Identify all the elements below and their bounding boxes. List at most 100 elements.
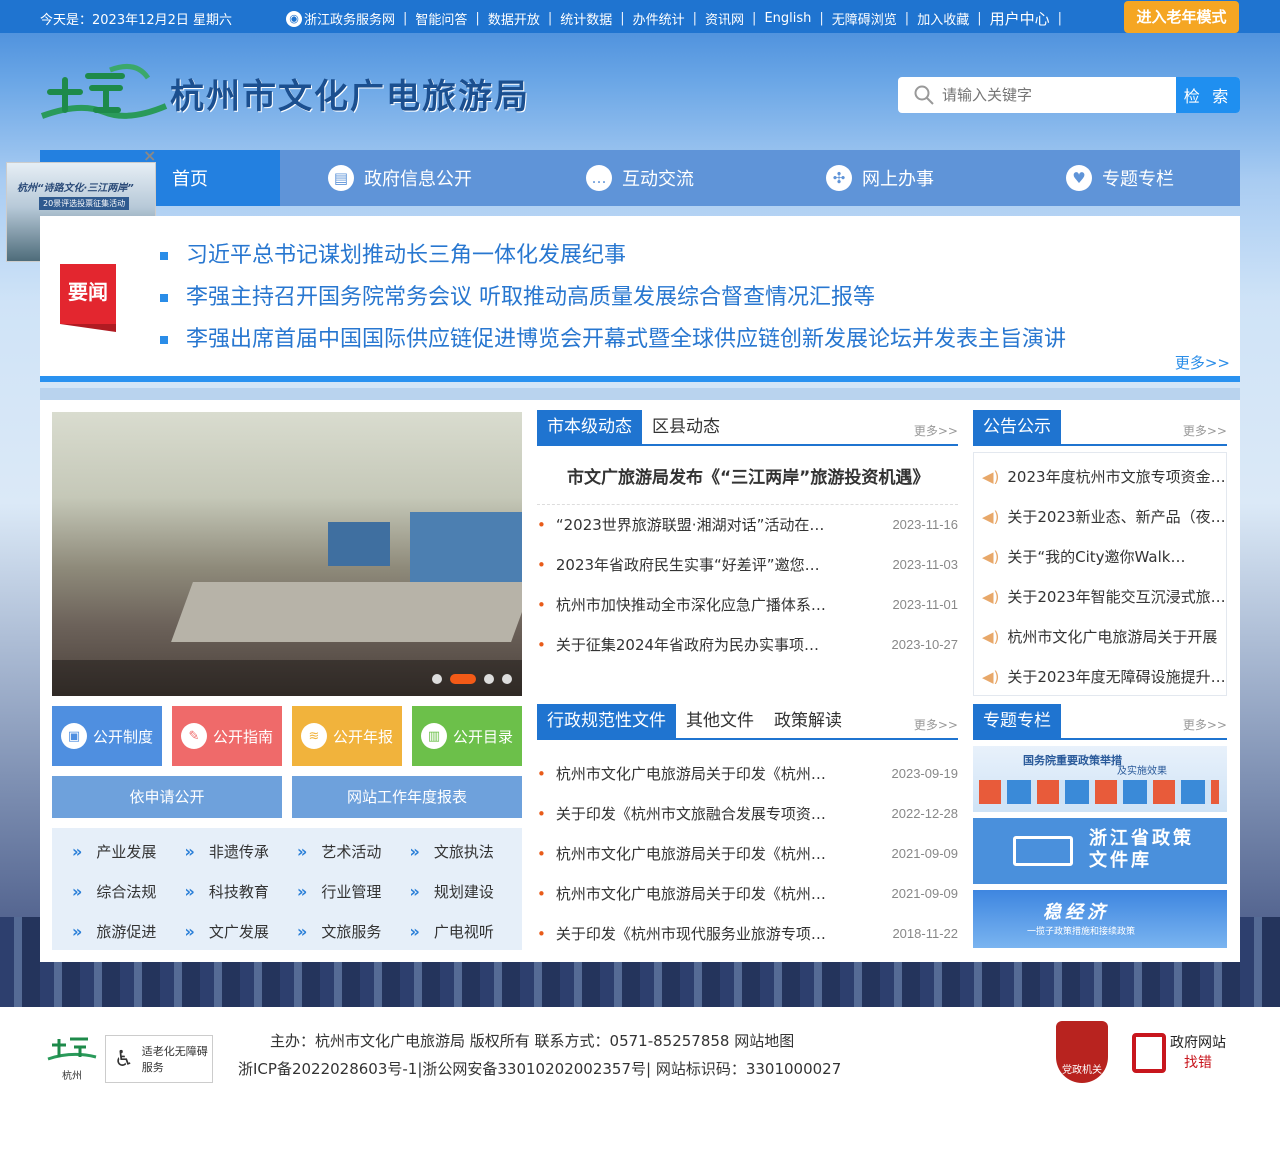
list-item[interactable]: ◀) 关于2023年智能交互沉浸式旅…	[974, 577, 1226, 617]
find-error-link[interactable]: 政府网站 找错	[1132, 1033, 1226, 1073]
list-item[interactable]: 关于印发《杭州市文旅融合发展专项资…2022-12-28	[537, 794, 958, 834]
notices-more-link[interactable]: 更多>>	[1183, 422, 1227, 439]
category-link[interactable]: » 非遗传承	[185, 832, 298, 872]
search-button[interactable]: 检 索	[1176, 77, 1240, 113]
quick-buttons: ▣ 公开制度 ✎ 公开指南 ≋ 公开年报 ▥ 公开目录	[52, 706, 522, 766]
notices-tabs: 公告公示 更多>>	[973, 410, 1227, 446]
category-link[interactable]: » 科技教育	[185, 872, 298, 912]
accessibility-service-button[interactable]: ♿ 适老化无障碍服务	[105, 1035, 213, 1083]
notices-panel: 公告公示 更多>> ◀) 2023年度杭州市文旅专项资金… ◀) 关于2023新业态…	[973, 410, 1227, 697]
category-link[interactable]: » 广电视听	[410, 912, 523, 952]
top-link-favorite[interactable]: 加入收藏	[917, 9, 969, 28]
tab-district-dynamics[interactable]: 区县动态	[642, 410, 730, 444]
list-item[interactable]: ◀) 关于2023年度无障碍设施提升…	[974, 657, 1226, 697]
carousel-dot[interactable]	[502, 674, 512, 684]
category-link[interactable]: » 文旅服务	[297, 912, 410, 952]
top-link-english[interactable]: English	[764, 11, 811, 26]
banner-stabilize-economy[interactable]: 稳经济 一揽子政策措施和接续政策	[973, 890, 1227, 948]
nav-gov-info[interactable]: ▤ 政府信息公开	[280, 150, 520, 206]
dynamics-more-link[interactable]: 更多>>	[914, 422, 958, 439]
list-item[interactable]: 杭州市文化广电旅游局关于印发《杭州…2021-09-09	[537, 874, 958, 914]
list-item[interactable]: ◀) 关于“我的City邀你Walk…	[974, 537, 1226, 577]
banner1-graphics	[979, 780, 1219, 804]
site-logo[interactable]: 杭州市文化广电旅游局	[40, 62, 530, 124]
carousel-dot[interactable]	[484, 674, 494, 684]
banner-state-council-policies[interactable]: 国务院重要政策举措 及实施效果	[973, 746, 1227, 812]
carousel-dot[interactable]	[432, 674, 442, 684]
category-link[interactable]: » 文广发展	[185, 912, 298, 952]
news-list: 习近平总书记谋划推动长三角一体化发展纪事 李强主持召开国务院常务会议 听取推动高…	[160, 240, 1066, 366]
top-link-case-stats[interactable]: 办件统计	[633, 9, 685, 28]
tab-policy-interpretation[interactable]: 政策解读	[764, 704, 852, 738]
meeting-screen-right	[410, 512, 522, 582]
top-links: ◉ 浙江政务服务网 | 智能问答 | 数据开放 | 统计数据 | 办件统计 | 资讯网 | …	[286, 8, 1070, 29]
list-item[interactable]: ◀) 关于2023新业态、新产品（夜…	[974, 497, 1226, 537]
list-item[interactable]: 关于印发《杭州市现代服务业旅游专项…2018-11-22	[537, 914, 958, 954]
news-item[interactable]: 李强出席首届中国国际供应链促进博览会开幕式暨全球供应链创新发展论坛并发表主旨演讲	[160, 324, 1066, 366]
list-item[interactable]: 2023年省政府民生实事“好差评”邀您来…2023-11-03	[537, 545, 958, 585]
quick-btn-label: 公开目录	[452, 727, 513, 746]
nav-interaction[interactable]: … 互动交流	[520, 150, 760, 206]
banner-policy-library[interactable]: 浙江省政策文件库	[973, 818, 1227, 884]
list-item[interactable]: ◀) 2023年度杭州市文旅专项资金…	[974, 457, 1226, 497]
quick-btn-annual[interactable]: ≋ 公开年报	[292, 706, 402, 766]
documents-more-link[interactable]: 更多>>	[914, 716, 958, 733]
top-link-zjzwfw[interactable]: 浙江政务服务网	[304, 9, 395, 28]
category-link[interactable]: » 旅游促进	[72, 912, 185, 952]
footer-info: 主办：杭州市文化广电旅游局 版权所有 联系方式：0571-85257858 网站…	[238, 1027, 841, 1083]
footer: 杭州 ♿ 适老化无障碍服务 主办：杭州市文化广电旅游局 版权所有 联系方式：05…	[0, 1007, 1280, 1167]
tab-notices[interactable]: 公告公示	[973, 410, 1061, 444]
speaker-icon: ◀)	[982, 668, 1000, 686]
category-link[interactable]: » 规划建设	[410, 872, 523, 912]
category-link[interactable]: » 行业管理	[297, 872, 410, 912]
category-link[interactable]: » 综合法规	[72, 872, 185, 912]
party-gov-badge[interactable]: 党政机关	[1056, 1021, 1108, 1083]
list-item[interactable]: ◀) 杭州市文化广电旅游局关于开展	[974, 617, 1226, 657]
quick-btn-system[interactable]: ▣ 公开制度	[52, 706, 162, 766]
document-icon: ▣	[60, 723, 87, 749]
search-input[interactable]	[942, 77, 1172, 113]
dynamics-headline[interactable]: 市文广旅游局发布《“三江两岸”旅游投资机遇》	[537, 446, 958, 490]
apply-disclosure-button[interactable]: 依申请公开	[52, 776, 282, 818]
main-nav: 首页 ▤ 政府信息公开 … 互动交流 ✣ 网上办事 ♥ 专题专栏	[40, 150, 1240, 206]
top-link-news[interactable]: 资讯网	[705, 9, 744, 28]
list-item[interactable]: 杭州市加快推动全市深化应急广播体系…2023-11-01	[537, 585, 958, 625]
carousel-dot-active[interactable]	[450, 674, 476, 684]
double-chevron-icon: »	[409, 882, 420, 901]
top-link-qa[interactable]: 智能问答	[415, 9, 467, 28]
tab-normative-docs[interactable]: 行政规范性文件	[537, 704, 676, 738]
special-more-link[interactable]: 更多>>	[1183, 716, 1227, 733]
list-item[interactable]: 杭州市文化广电旅游局关于印发《杭州…2023-09-19	[537, 754, 958, 794]
tab-other-docs[interactable]: 其他文件	[676, 704, 764, 738]
news-item[interactable]: 习近平总书记谋划推动长三角一体化发展纪事	[160, 240, 1066, 282]
category-link[interactable]: » 产业发展	[72, 832, 185, 872]
annual-report-button[interactable]: 网站工作年度报表	[292, 776, 522, 818]
tab-special-topics[interactable]: 专题专栏	[973, 704, 1061, 738]
list-item[interactable]: 杭州市文化广电旅游局关于印发《杭州…2021-09-09	[537, 834, 958, 874]
book-icon: ▤	[328, 165, 354, 191]
edit-icon: ✎	[180, 723, 207, 749]
open-book-icon	[1013, 836, 1073, 866]
stack-icon: ≋	[300, 723, 327, 749]
list-item[interactable]: 关于征集2024年省政府为民办实事项目 …2023-10-27	[537, 625, 958, 665]
tab-city-dynamics[interactable]: 市本级动态	[537, 410, 642, 444]
documents-panel: 行政规范性文件 其他文件 政策解读 更多>> 杭州市文化广电旅游局关于印发《杭州…	[537, 704, 958, 954]
category-link[interactable]: » 文旅执法	[410, 832, 523, 872]
photo-carousel[interactable]	[52, 412, 522, 696]
quick-btn-catalog[interactable]: ▥ 公开目录	[412, 706, 522, 766]
nav-online-services[interactable]: ✣ 网上办事	[760, 150, 1000, 206]
list-item[interactable]: “2023世界旅游联盟·湘湖对话”活动在杭…2023-11-16	[537, 505, 958, 545]
close-icon[interactable]: ×	[143, 146, 156, 165]
news-more-link[interactable]: 更多>>	[1175, 352, 1230, 373]
news-item[interactable]: 李强主持召开国务院常务会议 听取推动高质量发展综合督查情况汇报等	[160, 282, 1066, 324]
top-link-statistics[interactable]: 统计数据	[560, 9, 612, 28]
category-link[interactable]: » 艺术活动	[297, 832, 410, 872]
quick-btn-guide[interactable]: ✎ 公开指南	[172, 706, 282, 766]
grid-icon: ✣	[826, 165, 852, 191]
top-link-accessibility[interactable]: 无障碍浏览	[832, 9, 897, 28]
double-chevron-icon: »	[72, 882, 83, 901]
top-link-opendata[interactable]: 数据开放	[488, 9, 540, 28]
top-link-user-center[interactable]: 用户中心	[990, 8, 1050, 29]
nav-special-topics[interactable]: ♥ 专题专栏	[1000, 150, 1240, 206]
elder-mode-button[interactable]: 进入老年模式	[1124, 1, 1239, 33]
